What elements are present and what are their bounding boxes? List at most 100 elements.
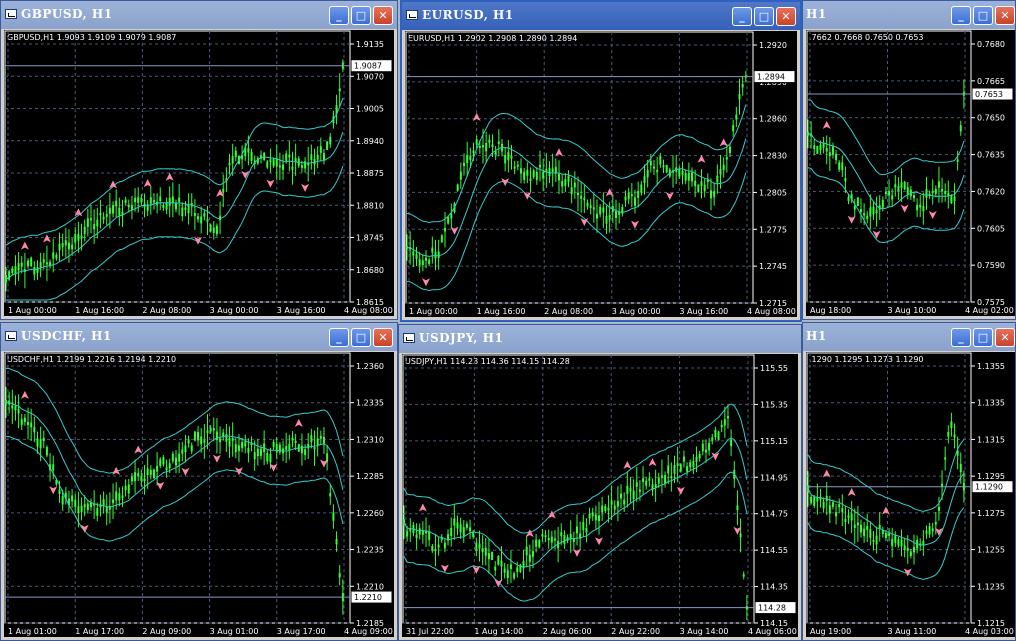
candle-body (300, 445, 303, 454)
title-bar[interactable]: USDCHF, H1 _ □ ✕ (1, 323, 397, 351)
candle-body (459, 524, 462, 533)
fractal-down-arrow (900, 204, 909, 213)
minimize-button[interactable]: _ (329, 328, 349, 347)
chart-area[interactable]: .1290 1.1295 1.1273 1.1290 1.1355 1.1335 1… (806, 352, 1015, 637)
candle-body (583, 197, 586, 201)
title-bar[interactable]: H1 _ □ ✕ (803, 1, 1015, 29)
candle-body (813, 497, 816, 506)
price-axis-label: 115.55 (760, 364, 788, 373)
maximize-button[interactable]: □ (754, 7, 774, 26)
candle-body (134, 197, 137, 203)
candle-body (719, 169, 722, 175)
candle-body (596, 213, 598, 219)
candle-body (694, 180, 697, 187)
bollinger-middle-band (406, 138, 747, 258)
candle-body (516, 567, 519, 573)
candle-body (604, 506, 607, 512)
maximize-button[interactable]: □ (351, 6, 371, 25)
candle-body (159, 459, 162, 467)
close-button[interactable]: ✕ (373, 328, 393, 347)
price-axis-label: 0.7590 (977, 261, 1005, 270)
price-axis-label: 1.2920 (759, 41, 787, 50)
candle-body (288, 154, 291, 158)
candle-body (462, 527, 465, 536)
title-bar[interactable]: GBPUSD, H1 _ □ ✕ (1, 1, 397, 29)
candle-body (646, 170, 649, 178)
candle-body (726, 416, 729, 419)
candle-body (739, 533, 742, 538)
chart-window-gbpusd[interactable]: GBPUSD, H1 _ □ ✕ GBPUSD,H1 1.9093 1.9109… (0, 0, 398, 320)
candle-body (509, 564, 512, 569)
candle-body (531, 551, 534, 557)
candle-body (894, 535, 897, 543)
fractal-down-arrow (595, 537, 604, 546)
candle-body (813, 145, 816, 149)
candle-body (212, 227, 215, 234)
chart-window-usdjpy[interactable]: USDJPY, H1 USDJPY,H1 114.23 114.36 114.1… (398, 324, 802, 641)
close-button[interactable]: ✕ (373, 6, 393, 25)
close-button[interactable]: ✕ (995, 328, 1015, 347)
candle-body (888, 533, 891, 536)
candle-body (30, 257, 33, 266)
candle-body (623, 499, 626, 505)
fractal-up-arrow (418, 503, 427, 512)
candle-body (465, 523, 468, 528)
chart-area[interactable]: USDCHF,H1 1.2199 1.2216 1.2194 1.2210 1.… (4, 352, 394, 637)
minimize-button[interactable]: _ (951, 6, 971, 25)
candle-body (61, 243, 64, 247)
maximize-button[interactable]: □ (351, 328, 371, 347)
minimize-button[interactable]: _ (951, 328, 971, 347)
candle-body (928, 526, 931, 535)
candle-body (11, 405, 14, 409)
chart-area[interactable]: .7662 0.7668 0.7650 0.7653 0.7680 0.7665 0… (806, 30, 1015, 316)
candle-body (437, 544, 440, 548)
candle-body (469, 155, 472, 160)
chart-window-partial-top[interactable]: H1 _ □ ✕ .7662 0.7668 0.7650 0.7653 0.76… (802, 0, 1016, 320)
candle-body (418, 528, 421, 535)
candle-body (919, 204, 922, 208)
candle-body (203, 440, 206, 443)
candle-body (897, 539, 900, 546)
candle-body (906, 187, 909, 195)
candle-body (90, 218, 92, 221)
candle-body (538, 540, 541, 548)
title-bar[interactable]: USDJPY, H1 (399, 325, 801, 353)
window-title: USDJPY, H1 (419, 331, 504, 345)
candle-body (860, 524, 862, 533)
candle-body (906, 547, 909, 551)
chart-area[interactable]: USDJPY,H1 114.23 114.36 114.15 114.28 11… (402, 354, 798, 637)
candle-body (456, 522, 459, 529)
window-title: EURUSD, H1 (422, 8, 514, 22)
fractal-up-arrow (143, 179, 152, 188)
chart-window-partial-bottom[interactable]: H1 _ □ ✕ .1290 1.1295 1.1273 1.1290 1.13… (802, 322, 1016, 641)
candle-body (541, 534, 544, 537)
candle-body (560, 532, 563, 537)
close-button[interactable]: ✕ (995, 6, 1015, 25)
chart-window-eurusd[interactable]: EURUSD, H1 _ □ ✕ EURUSD,H1 1.2902 1.2908… (400, 0, 802, 322)
candle-body (105, 507, 108, 513)
candle-body (42, 437, 45, 442)
close-button[interactable]: ✕ (776, 7, 796, 26)
title-bar[interactable]: H1 _ □ ✕ (803, 323, 1015, 351)
candle-body (528, 554, 531, 562)
candle-body (260, 448, 262, 456)
candle-body (162, 457, 165, 465)
minimize-button[interactable]: _ (732, 7, 752, 26)
candle-body (206, 219, 209, 222)
minimize-button[interactable]: _ (329, 6, 349, 25)
maximize-button[interactable]: □ (973, 6, 993, 25)
candle-body (269, 454, 272, 463)
candle-body (112, 499, 115, 504)
candle-body (45, 262, 48, 265)
bollinger-lower-band (403, 471, 748, 602)
maximize-button[interactable]: □ (973, 328, 993, 347)
chart-window-usdchf[interactable]: USDCHF, H1 _ □ ✕ USDCHF,H1 1.2199 1.2216… (0, 322, 398, 641)
candle-body (937, 181, 940, 188)
title-bar[interactable]: EURUSD, H1 _ □ ✕ (402, 2, 800, 30)
plot-frame (402, 354, 755, 624)
chart-area[interactable]: GBPUSD,H1 1.9093 1.9109 1.9079 1.9087 1.… (4, 30, 394, 316)
candle-body (415, 254, 418, 259)
chart-area[interactable]: EURUSD,H1 1.2902 1.2908 1.2890 1.2894 1.… (405, 31, 797, 317)
candle-body (714, 429, 717, 438)
price-axis-label: 114.35 (760, 583, 788, 592)
